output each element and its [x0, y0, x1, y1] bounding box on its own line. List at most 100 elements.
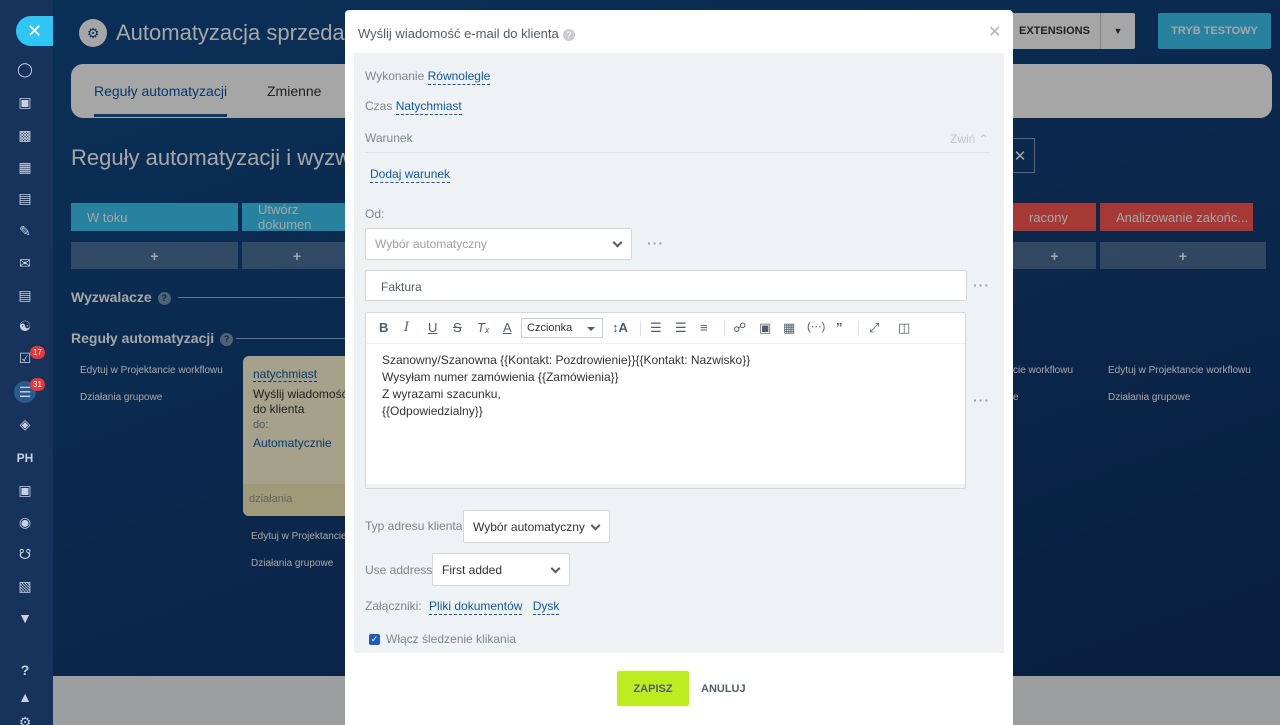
tracking-label: Włącz śledzenie klikania [386, 632, 517, 646]
ordered-list-icon[interactable]: ☰ [650, 320, 662, 336]
tab-rules[interactable]: Reguły automatyzacji [94, 83, 228, 117]
test-mode-button[interactable]: TRYB TESTOWY [1158, 13, 1271, 49]
attachments-label: Załączniki: [365, 599, 422, 613]
add-rule-button[interactable]: + [242, 242, 352, 269]
stage-analysis[interactable]: Analizowanie zakońc... [1100, 203, 1253, 231]
structure-icon[interactable]: ▲ [14, 686, 36, 708]
fullscreen-icon[interactable]: ⤢ [869, 320, 879, 336]
strikethrough-icon[interactable]: S [453, 320, 462, 335]
from-select[interactable]: Wybór automatyczny [365, 228, 632, 260]
edit-in-designer-link[interactable]: Edytuj w Projektancie workflowu [1108, 365, 1251, 376]
rule-card-title: Wyślij wiadomość do klienta [253, 387, 348, 416]
robot-icon[interactable]: ▣ [14, 479, 36, 501]
add-rule-button[interactable]: + [71, 242, 238, 269]
help-icon[interactable]: ? [157, 291, 171, 305]
mail-icon[interactable]: ✉ [14, 252, 36, 274]
divider [178, 297, 348, 298]
chevron-down-circle-icon[interactable]: ▼ [14, 607, 36, 629]
font-select[interactable]: Czcionka [521, 318, 603, 338]
extensions-button[interactable]: EXTENSIONS ▼ [1000, 13, 1135, 49]
more-icon[interactable]: ··· [973, 277, 990, 293]
italic-icon[interactable]: I [404, 320, 409, 335]
calendar-icon[interactable]: ▦ [14, 156, 36, 178]
message-editor[interactable]: B I U S Tₓ A Czcionka ↕A ☰ ☰ ≡ ☍ ▣ ▦ (⋯)… [365, 312, 966, 489]
box-icon[interactable]: ◈ [14, 413, 36, 435]
hr-icon[interactable]: PH [14, 447, 36, 469]
font-size-icon[interactable]: ↕A [612, 320, 628, 335]
help-icon[interactable]: ? [562, 28, 575, 41]
clear-format-icon[interactable]: Tₓ [477, 320, 490, 335]
help-icon[interactable]: ? [220, 332, 234, 346]
filter-badge: 31 [30, 378, 45, 391]
chevron-down-icon[interactable]: ▼ [1100, 13, 1135, 49]
edit-in-designer-link[interactable]: cie workflowu [1013, 365, 1073, 376]
extensions-label: EXTENSIONS [1019, 25, 1090, 37]
add-condition-link[interactable]: Dodaj warunek [370, 167, 451, 183]
address-type-select[interactable]: Wybór automatyczny [463, 510, 610, 543]
quote-icon[interactable]: ” [836, 320, 843, 335]
close-icon[interactable]: ✕ [988, 22, 1001, 42]
tab-variables[interactable]: Zmienne [267, 83, 321, 99]
rule-card[interactable]: natychmiast Wyślij wiadomość do klienta … [243, 356, 353, 516]
text-color-icon[interactable]: A [503, 320, 512, 335]
underline-icon[interactable]: U [428, 320, 437, 335]
from-label: Od: [365, 207, 385, 221]
add-rule-button[interactable]: + [1013, 242, 1096, 269]
edit-in-designer-link[interactable]: Edytuj w Projektancie workflowu [80, 365, 223, 376]
message-body[interactable]: Szanowny/Szanowna {{Kontakt: Pozdrowieni… [382, 352, 750, 420]
subject-input[interactable]: Faktura [365, 270, 967, 301]
cart-icon[interactable]: ☋ [14, 543, 36, 565]
align-icon[interactable]: ≡ [700, 320, 708, 335]
feed-icon[interactable]: ▣ [14, 91, 36, 113]
use-address-select[interactable]: First added [432, 553, 570, 586]
link-icon[interactable]: ☍ [733, 320, 746, 336]
id-card-icon[interactable]: ▧ [14, 575, 36, 597]
bullet-list-icon[interactable]: ☰ [675, 320, 687, 336]
stage-create-document[interactable]: Utwórz dokumen [242, 202, 352, 232]
help-icon[interactable]: ? [14, 659, 36, 681]
collapse-toggle[interactable]: Zwiń ⌃ [950, 132, 989, 146]
group-actions-link[interactable]: Działania grupowe [80, 392, 162, 403]
robot-icon: ⚙ [79, 19, 107, 47]
settings-icon[interactable]: ⚙ [14, 711, 36, 725]
cancel-button[interactable]: ANULUJ [701, 683, 746, 695]
editor-scrollbar[interactable] [366, 484, 965, 488]
image-icon[interactable]: ▣ [759, 320, 771, 336]
contacts-icon[interactable]: ☯ [14, 315, 36, 337]
left-sidebar: ◯ ▣ ▩ ▦ ▤ ✎ ✉ ▤ ☯ ☑ 17 ☰ 31 ◈ PH ▣ ◉ ☋ ▧… [0, 0, 53, 725]
time-value[interactable]: Natychmiast [395, 99, 462, 115]
rule-card-auto: Automatycznie [253, 436, 332, 450]
rules-label: Reguły automatyzacji [71, 330, 215, 346]
execution-row: Wykonanie Równolegle [365, 69, 491, 85]
close-slider-button[interactable]: ✕ [16, 16, 53, 46]
code-icon[interactable]: (⋯) [807, 320, 825, 333]
stage-lost[interactable]: racony [1013, 203, 1096, 231]
save-button[interactable]: ZAPISZ [617, 671, 689, 706]
tracking-checkbox[interactable]: ✓ [369, 634, 380, 645]
more-icon[interactable]: ··· [973, 392, 990, 408]
bold-icon[interactable]: B [379, 320, 388, 335]
add-rule-button[interactable]: + [1100, 242, 1266, 269]
target-icon[interactable]: ◉ [14, 511, 36, 533]
add-condition-row: Dodaj warunek [370, 167, 451, 183]
rule-card-when[interactable]: natychmiast [253, 367, 318, 382]
stage-in-progress[interactable]: W toku [71, 203, 238, 231]
execution-value[interactable]: Równolegle [427, 69, 491, 85]
signature-icon[interactable]: ✎ [14, 220, 36, 242]
attachment-disk-link[interactable]: Dysk [532, 599, 560, 615]
group-actions-link[interactable]: Działania grupowe [251, 558, 333, 569]
table-icon[interactable]: ▦ [783, 320, 795, 336]
crm-icon[interactable]: ◯ [14, 58, 36, 80]
toolbar-separator [724, 321, 725, 336]
attachment-documents-link[interactable]: Pliki dokumentów [429, 599, 523, 615]
group-actions-link[interactable]: Działania grupowe [1108, 392, 1190, 403]
triggers-label: Wyzwalacze [71, 289, 152, 305]
chat-icon[interactable]: ▩ [14, 124, 36, 146]
document-icon[interactable]: ▤ [14, 187, 36, 209]
more-icon[interactable]: ··· [647, 235, 664, 251]
source-view-icon[interactable]: ◫ [898, 320, 910, 336]
edit-in-designer-link[interactable]: Edytuj w Projektancie [251, 531, 347, 542]
editor-toolbar: B I U S Tₓ A Czcionka ↕A ☰ ☰ ≡ ☍ ▣ ▦ (⋯)… [366, 313, 965, 344]
inbox-icon[interactable]: ▤ [14, 284, 36, 306]
group-actions-link[interactable]: e [1013, 392, 1019, 403]
